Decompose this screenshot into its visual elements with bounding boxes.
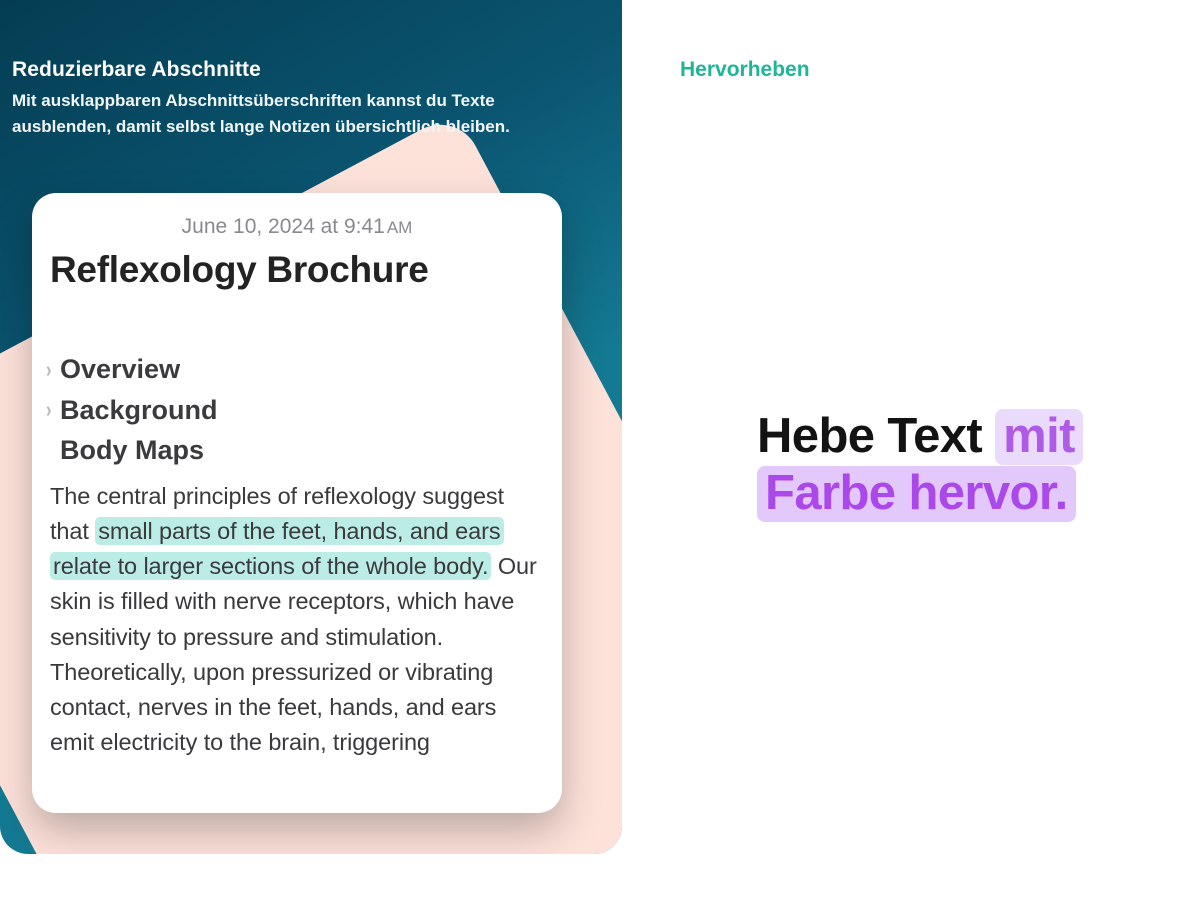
hero-highlight-1: mit [995, 409, 1083, 465]
note-body-post: Our skin is filled with nerve receptors,… [50, 553, 537, 755]
note-date-ampm: AM [387, 218, 413, 237]
hero-plain: Hebe Text [757, 409, 995, 463]
section-overview[interactable]: › Overview [50, 349, 544, 390]
note-date-text: June 10, 2024 at 9:41 [182, 215, 385, 238]
note-title: Reflexology Brochure [50, 249, 544, 291]
collapsible-sections-card: Reduzierbare Abschnitte Mit ausklappbare… [0, 0, 622, 854]
note-body-highlight: small parts of the feet, hands, and ears… [50, 517, 504, 580]
note-body: The central principles of reflexology su… [50, 479, 544, 761]
section-label: Background [60, 390, 218, 431]
highlight-hero: Hebe Text mit Farbe hervor. [757, 408, 1160, 522]
left-card-header: Reduzierbare Abschnitte Mit ausklappbare… [12, 58, 592, 141]
left-card-title: Reduzierbare Abschnitte [12, 58, 592, 82]
note-sections: › Overview › Background › Body Maps The … [50, 349, 544, 761]
note-preview: June 10, 2024 at 9:41AM Reflexology Broc… [32, 193, 562, 813]
section-body-maps[interactable]: › Body Maps [50, 430, 544, 471]
chevron-right-icon: › [37, 393, 52, 426]
section-background[interactable]: › Background [50, 390, 544, 431]
chevron-right-icon: › [37, 353, 52, 386]
highlight-card: Hervorheben Hebe Text mit Farbe hervor. [650, 0, 1200, 854]
hero-highlight-2: Farbe hervor. [757, 466, 1076, 522]
left-card-subtitle: Mit ausklappbaren Abschnittsüberschrifte… [12, 88, 592, 141]
note-date: June 10, 2024 at 9:41AM [50, 215, 544, 239]
section-label: Overview [60, 349, 180, 390]
highlight-eyebrow: Hervorheben [680, 58, 810, 82]
section-label: Body Maps [60, 430, 204, 471]
